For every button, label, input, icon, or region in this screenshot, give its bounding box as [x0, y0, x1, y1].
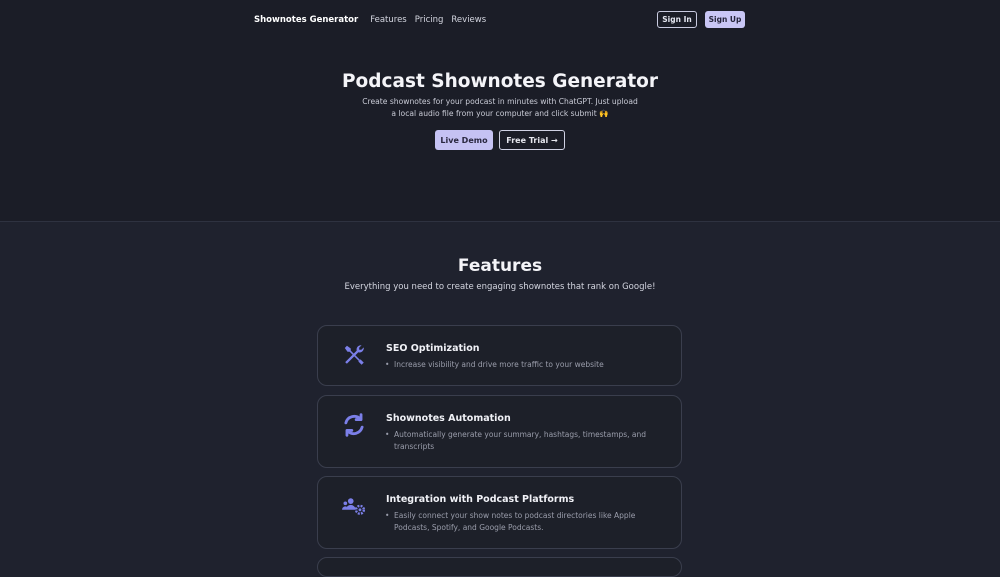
nav-link-features[interactable]: Features — [370, 15, 407, 25]
tools-icon — [340, 341, 368, 369]
hero-subtitle: Create shownotes for your podcast in min… — [362, 97, 638, 118]
feature-description: Increase visibility and drive more traff… — [385, 359, 664, 371]
page-title: Podcast Shownotes Generator — [341, 71, 658, 92]
nav-link-pricing[interactable]: Pricing — [415, 15, 444, 25]
features-title: Features — [457, 256, 543, 276]
feature-description: Easily connect your show notes to podcas… — [385, 510, 664, 534]
feature-card-seo: SEO Optimization Increase visibility and… — [317, 325, 682, 386]
sign-in-button[interactable]: Sign In — [657, 11, 697, 28]
feature-card-next — [317, 557, 682, 577]
feature-title: SEO Optimization — [386, 343, 480, 354]
feature-card-automation: Shownotes Automation Automatically gener… — [317, 395, 682, 468]
brand-logo[interactable]: Shownotes Generator — [254, 15, 358, 25]
feature-card-integration: Integration with Podcast Platforms Easil… — [317, 476, 682, 549]
feature-title: Integration with Podcast Platforms — [386, 494, 575, 505]
feature-description: Automatically generate your summary, has… — [385, 429, 664, 453]
live-demo-button[interactable]: Live Demo — [435, 130, 493, 150]
sign-up-button[interactable]: Sign Up — [705, 11, 745, 28]
hero-section: Shownotes Generator Features Pricing Rev… — [0, 0, 1000, 222]
top-nav: Shownotes Generator Features Pricing Rev… — [254, 11, 745, 28]
users-gear-icon — [340, 492, 368, 520]
refresh-icon — [340, 411, 368, 439]
hero-actions: Live Demo Free Trial → — [0, 130, 1000, 150]
nav-link-reviews[interactable]: Reviews — [451, 15, 486, 25]
free-trial-button[interactable]: Free Trial → — [499, 130, 565, 150]
features-subtitle: Everything you need to create engaging s… — [344, 282, 656, 292]
feature-title: Shownotes Automation — [386, 413, 511, 424]
